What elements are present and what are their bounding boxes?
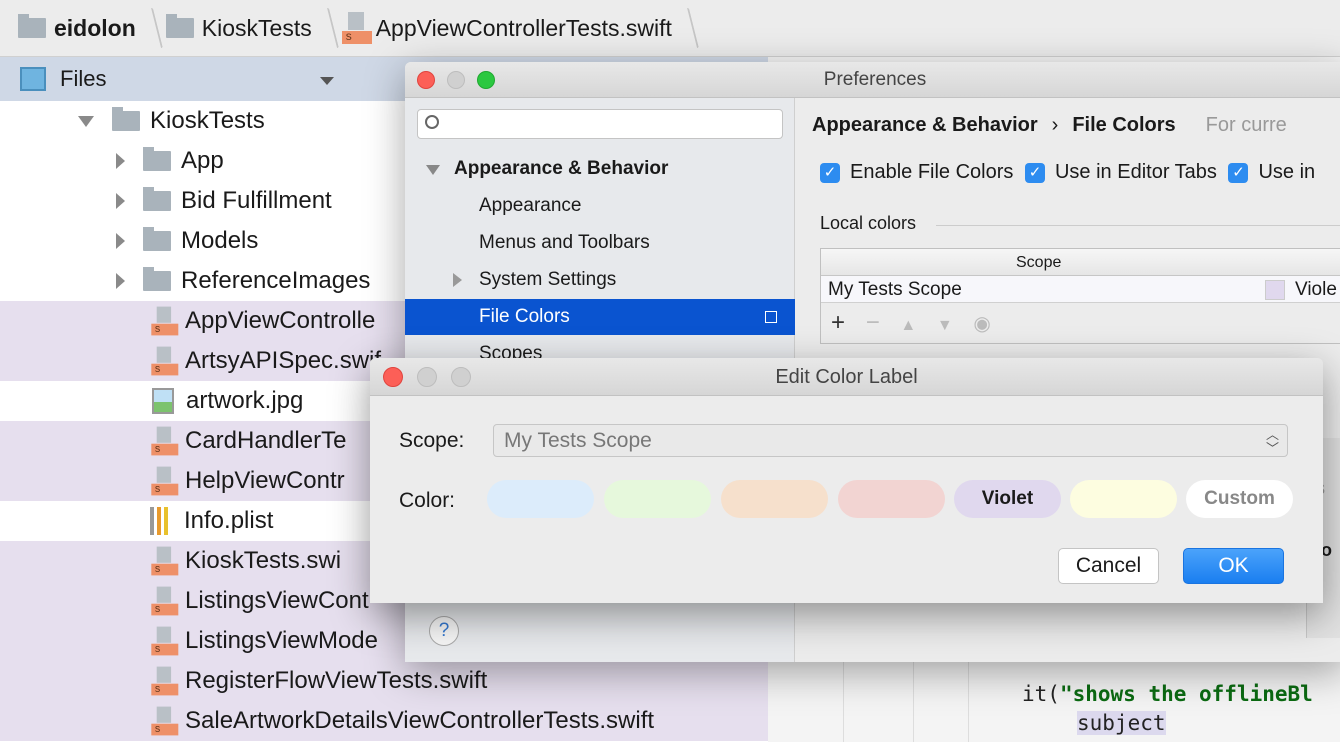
file-name: ListingsViewCont <box>185 587 369 614</box>
tree-item-system-settings[interactable]: System Settings <box>405 262 795 298</box>
color-swatch-rose[interactable] <box>838 480 945 518</box>
collapsed-arrow-icon[interactable] <box>116 233 125 249</box>
breadcrumb-separator <box>314 8 339 48</box>
preferences-titlebar[interactable]: Preferences <box>405 62 1340 98</box>
file-name: KioskTests <box>150 107 265 134</box>
move-up-icon[interactable]: ▲ <box>900 317 916 334</box>
folder-icon <box>165 14 194 38</box>
swift-file-icon <box>341 12 372 44</box>
expand-arrow-icon <box>426 165 440 175</box>
file-name: artwork.jpg <box>186 387 304 414</box>
swift-file-icon <box>151 626 179 656</box>
project-scope-icon <box>765 311 777 323</box>
close-button[interactable] <box>417 71 435 89</box>
tree-group-appearance-behavior[interactable]: Appearance & Behavior <box>405 151 795 187</box>
settings-breadcrumb: Appearance & Behavior › File Colors For cur… <box>812 114 1287 136</box>
tree-item-file-colors[interactable]: File Colors <box>405 299 795 335</box>
swift-file-icon <box>151 346 179 376</box>
scope-select[interactable]: My Tests Scope ︿ ﹀ <box>493 424 1288 457</box>
color-swatch <box>1265 280 1285 300</box>
column-header-scope[interactable]: Scope <box>821 249 1340 276</box>
move-down-icon[interactable]: ▼ <box>937 317 953 334</box>
expanded-arrow-icon[interactable] <box>78 115 94 127</box>
ok-button[interactable]: OK <box>1183 548 1284 584</box>
color-swatch-violet[interactable]: Violet <box>954 480 1061 518</box>
folder-icon <box>143 227 171 251</box>
breadcrumb-separator <box>674 8 699 48</box>
collapsed-arrow-icon[interactable] <box>116 273 125 289</box>
local-colors-table: Scope My Tests Scope Viole + − ▲ ▼ ◉ <box>820 248 1340 344</box>
help-button[interactable]: ? <box>429 616 459 646</box>
file-name: Info.plist <box>184 507 274 534</box>
color-swatch-yellow[interactable] <box>1070 480 1177 518</box>
up-down-arrows-icon: ︿ ﹀ <box>1265 427 1279 456</box>
swift-file-icon <box>151 466 179 496</box>
files-view-icon <box>20 67 46 91</box>
file-name: Models <box>181 227 259 254</box>
file-name: Bid Fulfillment <box>181 187 332 214</box>
remove-icon[interactable]: − <box>866 309 880 336</box>
dropdown-arrow-icon[interactable] <box>320 77 334 85</box>
collapsed-arrow-icon[interactable] <box>116 193 125 209</box>
local-colors-title: Local colors <box>820 213 917 233</box>
folder-icon <box>143 267 171 291</box>
dialog-titlebar[interactable]: Edit Color Label <box>370 358 1323 396</box>
use-in-editor-tabs-checkbox[interactable]: ✓ Use in Editor Tabs <box>1024 161 1217 183</box>
swift-file-icon <box>151 306 179 336</box>
file-name: ReferenceImages <box>181 267 371 294</box>
folder-icon <box>112 107 140 131</box>
swift-file-icon <box>151 706 179 736</box>
breadcrumb-project[interactable]: eidolon <box>18 14 136 42</box>
table-row[interactable]: My Tests Scope Viole <box>821 276 1340 303</box>
code-line[interactable]: subject <box>1077 711 1166 735</box>
swift-file-icon <box>151 546 179 576</box>
file-name: RegisterFlowViewTests.swift <box>185 667 488 694</box>
file-name: SaleArtworkDetailsViewControllerTests.sw… <box>185 707 655 734</box>
breadcrumb-file[interactable]: AppViewControllerTests.swift <box>341 12 672 44</box>
file-name: ArtsyAPISpec.swif <box>185 347 382 374</box>
color-swatch-orange[interactable] <box>721 480 828 518</box>
settings-search-input[interactable] <box>417 109 783 139</box>
navigation-breadcrumb: eidolon KioskTests AppViewControllerTest… <box>0 0 1340 57</box>
file-name: AppViewControlle <box>185 307 376 334</box>
plist-file-icon <box>150 507 174 535</box>
edit-color-label-dialog: Edit Color Label Scope: My Tests Scope ︿ ﹀… <box>370 358 1323 603</box>
file-name: App <box>181 147 224 174</box>
image-file-icon <box>152 388 174 414</box>
enable-file-colors-checkbox[interactable]: ✓ Enable File Colors <box>820 161 1013 183</box>
folder-icon <box>143 147 171 171</box>
swift-file-icon <box>151 666 179 696</box>
file-name: HelpViewContr <box>185 467 345 494</box>
tree-row[interactable]: SaleArtworkDetailsViewControllerTests.sw… <box>0 701 768 741</box>
color-swatch-custom[interactable]: Custom <box>1186 480 1293 518</box>
breadcrumb-separator <box>138 8 163 48</box>
file-name: CardHandlerTe <box>185 427 347 454</box>
close-button[interactable] <box>383 367 403 387</box>
cancel-button[interactable]: Cancel <box>1058 548 1159 584</box>
zoom-button[interactable] <box>477 71 495 89</box>
search-icon <box>425 115 439 129</box>
swift-file-icon <box>151 426 179 456</box>
eye-icon[interactable]: ◉ <box>973 313 990 335</box>
zoom-button[interactable] <box>451 367 471 387</box>
project-folder-icon <box>18 14 46 38</box>
code-line[interactable]: it("shows the offlineBl <box>1022 682 1313 706</box>
file-name: ListingsViewMode <box>185 627 378 654</box>
color-swatch-blue[interactable] <box>487 480 594 518</box>
tree-item-menus-toolbars[interactable]: Menus and Toolbars <box>405 225 795 261</box>
file-name: KioskTests.swi <box>185 547 342 574</box>
swift-file-icon <box>151 586 179 616</box>
collapse-arrow-icon <box>453 273 462 287</box>
breadcrumb-folder[interactable]: KioskTests <box>165 14 312 42</box>
color-swatch-green[interactable] <box>604 480 711 518</box>
minimize-button[interactable] <box>417 367 437 387</box>
minimize-button[interactable] <box>447 71 465 89</box>
tree-item-appearance[interactable]: Appearance <box>405 188 795 224</box>
tree-row[interactable]: RegisterFlowViewTests.swift <box>0 661 768 701</box>
collapsed-arrow-icon[interactable] <box>116 153 125 169</box>
add-icon[interactable]: + <box>831 309 845 336</box>
folder-icon <box>143 187 171 211</box>
use-in-checkbox[interactable]: ✓ Use in <box>1228 161 1315 183</box>
